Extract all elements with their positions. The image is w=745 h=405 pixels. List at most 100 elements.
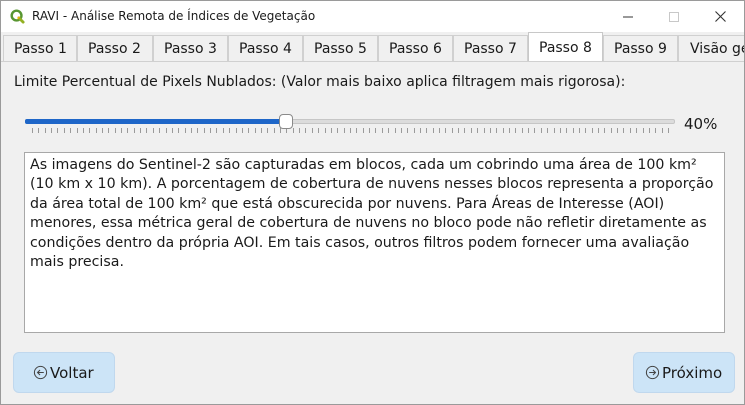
- slider-tick: [273, 128, 275, 133]
- slider-tick: [222, 128, 224, 133]
- slider-tick: [127, 128, 129, 133]
- slider-tick: [146, 128, 148, 133]
- arrow-left-circle-icon: [33, 365, 48, 380]
- tab-passo-1[interactable]: Passo 1: [3, 35, 77, 61]
- slider-tick: [572, 128, 574, 133]
- slider-tick: [241, 128, 243, 133]
- slider-tick: [598, 128, 600, 133]
- slider-tick: [458, 128, 460, 133]
- slider-tick: [451, 128, 453, 133]
- slider-tick: [375, 128, 377, 133]
- slider-tick: [44, 128, 46, 133]
- slider-tick: [51, 128, 53, 133]
- tab-passo-5[interactable]: Passo 5: [303, 35, 378, 61]
- slider-tick: [547, 128, 549, 133]
- step-tab-bar: Passo 1 Passo 2 Passo 3 Passo 4 Passo 5 …: [1, 32, 744, 62]
- back-button[interactable]: Voltar: [13, 352, 115, 393]
- title-bar: RAVI - Análise Remota de Índices de Vege…: [1, 1, 744, 32]
- tab-passo-3[interactable]: Passo 3: [153, 35, 228, 61]
- slider-tick: [534, 128, 536, 133]
- slider-tick: [369, 128, 371, 133]
- slider-fill: [25, 119, 287, 124]
- slider-tick: [604, 128, 606, 133]
- slider-tick: [553, 128, 555, 133]
- slider-tick: [502, 128, 504, 133]
- minimize-button[interactable]: [605, 1, 651, 32]
- description-textbox[interactable]: As imagens do Sentinel-2 são capturadas …: [24, 152, 725, 333]
- slider-tick: [400, 128, 402, 133]
- slider-tick: [470, 128, 472, 133]
- slider-tick: [439, 128, 441, 133]
- slider-tick: [191, 128, 192, 133]
- slider-tick: [343, 128, 345, 133]
- slider-tick: [350, 128, 351, 133]
- slider-tick: [381, 128, 383, 133]
- slider-tick: [299, 128, 301, 133]
- slider-tick: [648, 128, 650, 133]
- slider-tick: [515, 128, 517, 133]
- step-8-panel: Limite Percentual de Pixels Nublados: (V…: [1, 62, 744, 393]
- slider-tick: [668, 128, 669, 133]
- slider-tick: [292, 128, 294, 133]
- slider-tick: [623, 128, 625, 133]
- slider-tick: [114, 128, 116, 133]
- slider-handle[interactable]: [279, 114, 294, 129]
- slider-tick: [655, 128, 657, 133]
- slider-tick: [629, 128, 631, 133]
- slider-tick: [426, 128, 428, 133]
- slider-tick: [362, 128, 364, 133]
- cloud-threshold-slider[interactable]: [25, 112, 675, 133]
- slider-tick: [489, 128, 491, 133]
- slider-tick: [394, 128, 396, 133]
- slider-tick: [229, 128, 231, 133]
- tab-visao-geral[interactable]: Visão ge: [678, 35, 744, 61]
- slider-tick: [610, 128, 612, 133]
- slider-tick: [82, 128, 84, 133]
- slider-tick: [63, 128, 65, 133]
- slider-tick: [585, 128, 587, 133]
- tab-passo-6[interactable]: Passo 6: [378, 35, 453, 61]
- slider-tick: [235, 128, 237, 133]
- tab-passo-4[interactable]: Passo 4: [228, 35, 303, 61]
- window-title: RAVI - Análise Remota de Índices de Vege…: [32, 9, 316, 23]
- slider-tick: [566, 128, 568, 133]
- maximize-button[interactable]: [651, 1, 697, 32]
- slider-tick: [133, 128, 135, 133]
- slider-tick: [260, 128, 262, 133]
- slider-tick: [108, 128, 110, 133]
- slider-tick: [254, 128, 256, 133]
- tab-passo-8[interactable]: Passo 8: [528, 32, 603, 61]
- slider-tick: [413, 128, 415, 133]
- slider-tick: [337, 128, 339, 133]
- tab-passo-7[interactable]: Passo 7: [453, 35, 528, 61]
- cloud-threshold-label: Limite Percentual de Pixels Nublados: (V…: [14, 74, 626, 90]
- maximize-icon: [669, 11, 679, 22]
- tab-passo-2[interactable]: Passo 2: [77, 35, 153, 61]
- tab-passo-9[interactable]: Passo 9: [603, 35, 678, 61]
- slider-tick: [165, 128, 167, 133]
- slider-tick: [464, 128, 466, 133]
- slider-tick: [267, 128, 269, 133]
- slider-tick: [57, 128, 59, 133]
- slider-tick: [636, 128, 638, 133]
- slider-tick: [496, 128, 498, 133]
- slider-tick: [559, 128, 561, 133]
- slider-tick: [661, 128, 663, 133]
- slider-tick: [617, 128, 619, 133]
- qgis-logo-icon: [10, 9, 25, 24]
- slider-tick: [178, 128, 180, 133]
- slider-tick: [89, 128, 91, 133]
- slider-tick: [184, 128, 186, 133]
- next-button[interactable]: Próximo: [633, 352, 735, 393]
- slider-tick: [95, 128, 97, 133]
- slider-tick: [509, 128, 510, 133]
- minimize-icon: [623, 16, 633, 17]
- slider-tick: [121, 128, 123, 133]
- slider-tick: [591, 128, 593, 133]
- slider-tick: [140, 128, 142, 133]
- slider-tick: [171, 128, 173, 133]
- back-button-label: Voltar: [50, 363, 94, 382]
- slider-tick: [540, 128, 542, 133]
- slider-tick: [419, 128, 421, 133]
- close-button[interactable]: [697, 1, 743, 32]
